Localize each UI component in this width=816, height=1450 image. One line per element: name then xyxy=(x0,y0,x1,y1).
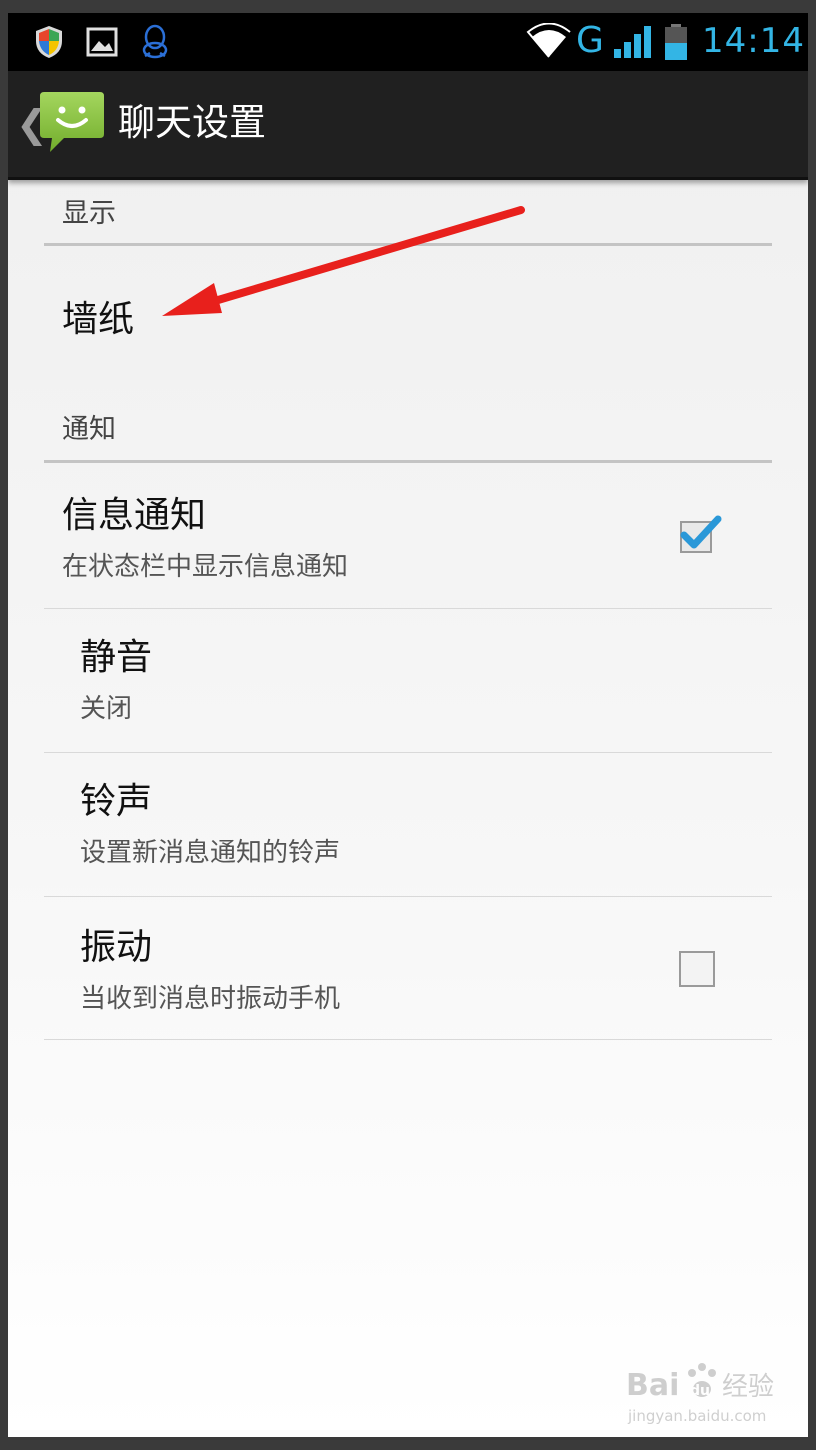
row-divider xyxy=(44,1039,772,1040)
preference-summary: 设置新消息通知的铃声 xyxy=(80,838,341,868)
message-notification-checkbox[interactable] xyxy=(680,515,722,553)
preference-summary: 在状态栏中显示信息通知 xyxy=(62,552,349,582)
svg-text:du: du xyxy=(690,1383,710,1399)
preference-title: 静音 xyxy=(80,637,153,678)
baidu-jingyan-watermark: Bai du 经验 jingyan.baidu.com xyxy=(626,1363,774,1425)
preference-title: 信息通知 xyxy=(62,495,207,536)
preference-message-notification[interactable]: 信息通知 在状态栏中显示信息通知 xyxy=(8,463,808,607)
preference-title: 振动 xyxy=(80,927,153,968)
preference-vibrate[interactable]: 振动 当收到消息时振动手机 xyxy=(8,897,808,1039)
preference-summary: 关闭 xyxy=(80,694,133,724)
checkmark-icon xyxy=(680,515,722,549)
svg-text:Bai: Bai xyxy=(626,1368,679,1403)
red-arrow-annotation xyxy=(162,206,525,316)
preference-mute[interactable]: 静音 关闭 xyxy=(8,609,808,751)
phone-screen: G 14:14 ❮ 聊天设置 显示 墙纸 通知 信息通知 在状态栏中显示信息通知… xyxy=(8,13,808,1437)
preference-title: 铃声 xyxy=(80,781,153,822)
vibrate-checkbox[interactable] xyxy=(679,951,715,987)
svg-text:jingyan.baidu.com: jingyan.baidu.com xyxy=(627,1407,766,1425)
svg-text:经验: 经验 xyxy=(722,1372,774,1402)
preference-ringtone[interactable]: 铃声 设置新消息通知的铃声 xyxy=(8,753,808,895)
preference-summary: 当收到消息时振动手机 xyxy=(80,984,341,1014)
